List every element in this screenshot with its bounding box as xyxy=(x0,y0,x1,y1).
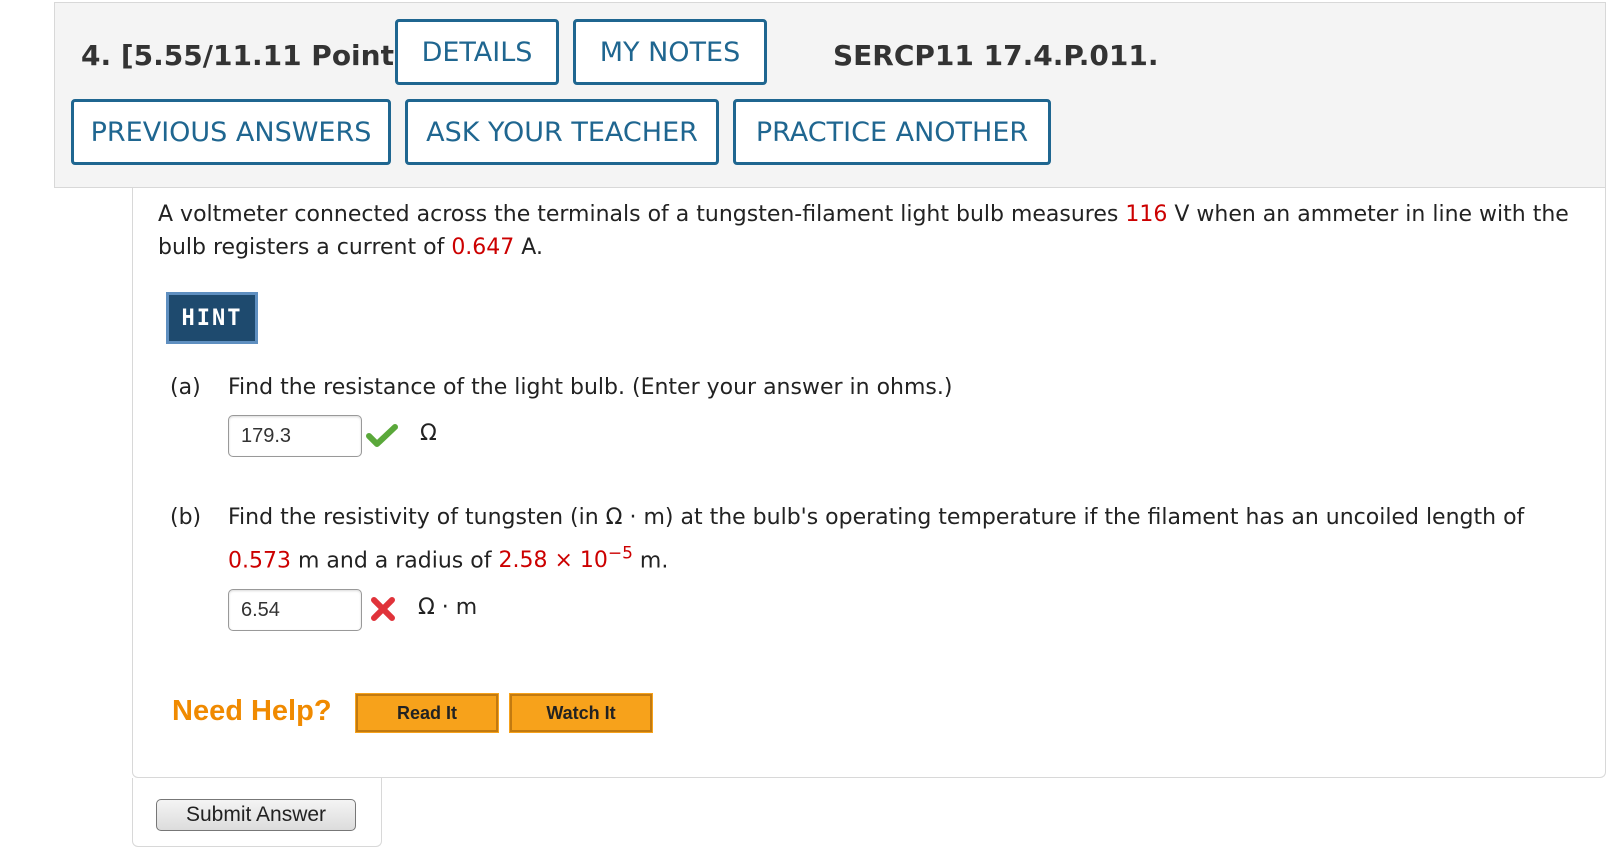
my-notes-button[interactable]: MY NOTES xyxy=(573,19,767,85)
ask-your-teacher-button[interactable]: ASK YOUR TEACHER xyxy=(405,99,719,165)
question-title: 4. [5.55/11.11 Points] xyxy=(81,39,423,72)
question-points: [5.55/11.11 Points] xyxy=(120,39,424,72)
length-value: 0.573 xyxy=(228,548,291,574)
practice-another-button[interactable]: PRACTICE ANOTHER xyxy=(733,99,1051,165)
question-number: 4. xyxy=(81,39,112,72)
watch-it-button[interactable]: Watch It xyxy=(509,693,653,733)
current-value: 0.647 xyxy=(451,235,515,260)
part-a-text: Find the resistance of the light bulb. (… xyxy=(228,375,953,400)
problem-code: SERCP11 17.4.P.011. xyxy=(833,39,1159,72)
voltage-value: 116 xyxy=(1125,202,1168,227)
details-button[interactable]: DETAILS xyxy=(395,19,559,85)
radius-value: 2.58 × 10−5 xyxy=(498,544,633,574)
part-a-label: (a) xyxy=(170,375,201,400)
submit-answer-button[interactable]: Submit Answer xyxy=(156,799,356,831)
problem-statement: A voltmeter connected across the termina… xyxy=(158,202,1569,260)
read-it-button[interactable]: Read It xyxy=(355,693,499,733)
part-b-text: Find the resistivity of tungsten (in Ω ·… xyxy=(228,505,1525,574)
previous-answers-button[interactable]: PREVIOUS ANSWERS xyxy=(71,99,391,165)
hint-button[interactable]: HINT xyxy=(166,292,258,344)
question-header: 4. [5.55/11.11 Points] DETAILS MY NOTES … xyxy=(54,2,1606,188)
check-icon xyxy=(366,424,398,447)
question-content-panel xyxy=(132,188,1606,778)
part-b-unit: Ω · m xyxy=(418,595,478,620)
part-b-answer-input[interactable]: 6.54 xyxy=(228,589,362,631)
need-help-label: Need Help? xyxy=(172,695,332,727)
x-icon xyxy=(371,597,395,621)
part-a-unit: Ω xyxy=(420,421,437,446)
part-a-answer-input[interactable]: 179.3 xyxy=(228,415,362,457)
part-b-label: (b) xyxy=(170,505,202,530)
